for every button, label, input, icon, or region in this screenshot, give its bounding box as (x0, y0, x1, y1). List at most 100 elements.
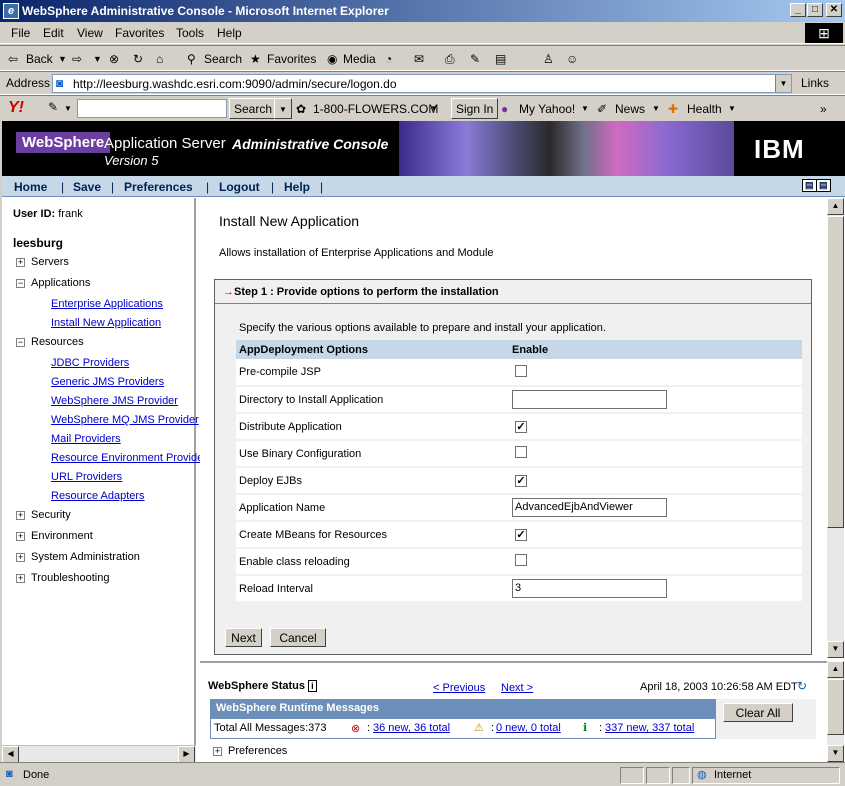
scroll-right-icon[interactable]: ▶ (178, 746, 195, 762)
tree-security[interactable]: + Security (16, 509, 71, 521)
scroll-thumb[interactable] (827, 216, 844, 528)
home-icon[interactable]: ⌂ (156, 52, 163, 66)
pencil-icon[interactable]: ✎ (48, 100, 58, 114)
search-dropdown-icon[interactable]: ▼ (274, 98, 292, 119)
link-websphere-mq-jms-provider[interactable]: WebSphere MQ JMS Provider (51, 414, 199, 426)
discuss-icon[interactable]: ▤ (495, 52, 506, 66)
scroll-up-icon[interactable]: ▲ (827, 198, 844, 215)
link-url-providers[interactable]: URL Providers (51, 471, 122, 483)
option-text-input[interactable]: AdvancedEjbAndViewer (512, 498, 667, 517)
back-dropdown-icon[interactable]: ▼ (58, 54, 67, 64)
scroll-up-icon[interactable]: ▲ (827, 661, 844, 678)
menu-view[interactable]: View (77, 26, 103, 40)
option-checkbox[interactable]: ✓ (515, 474, 527, 487)
nav-help[interactable]: Help (284, 180, 310, 194)
option-text-input[interactable] (512, 390, 667, 409)
forward-arrow-icon[interactable]: ⇨ (72, 52, 82, 66)
edit-icon[interactable]: ✎ (470, 52, 480, 66)
tree-system-administration[interactable]: + System Administration (16, 551, 140, 563)
option-checkbox[interactable]: ✓ (515, 420, 527, 433)
previous-link[interactable]: < Previous (433, 682, 485, 694)
forward-dropdown-icon[interactable]: ▼ (93, 54, 102, 64)
tree-resources[interactable]: − Resources (16, 336, 84, 348)
chat-icon[interactable]: ☺ (566, 52, 578, 66)
minimize-button[interactable]: _ (790, 3, 806, 17)
tree-servers[interactable]: + Servers (16, 256, 69, 268)
address-input[interactable]: ◙ http://leesburg.washdc.esri.com:9090/a… (52, 74, 792, 93)
option-checkbox[interactable] (515, 446, 527, 458)
tree-environment[interactable]: + Environment (16, 530, 93, 542)
yahoo-search-input[interactable] (77, 99, 227, 118)
media-icon[interactable]: ◉ (327, 52, 337, 66)
tree-applications[interactable]: − Applications (16, 277, 90, 289)
nav-preferences[interactable]: Preferences (124, 180, 193, 194)
mail-icon[interactable]: ✉ (414, 52, 424, 66)
menu-favorites[interactable]: Favorites (115, 26, 164, 40)
nav-save[interactable]: Save (73, 180, 101, 194)
messenger-icon[interactable]: ♙ (543, 52, 554, 66)
health-link[interactable]: Health (687, 102, 722, 116)
link-resource-adapters[interactable]: Resource Adapters (51, 490, 145, 502)
page-icon-1[interactable]: ▤ (802, 179, 817, 192)
flowers-link[interactable]: 1-800-FLOWERS.COM (313, 102, 438, 116)
option-checkbox[interactable] (515, 364, 527, 377)
search-toolbar-button[interactable]: Search (204, 52, 242, 66)
scroll-thumb[interactable] (827, 679, 844, 735)
link-resource-environment-providers[interactable]: Resource Environment Providers (51, 452, 212, 464)
nav-logout[interactable]: Logout (219, 180, 260, 194)
refresh-icon[interactable]: ↻ (133, 52, 143, 66)
print-icon[interactable]: ⎙ (445, 52, 455, 67)
my-yahoo-link[interactable]: My Yahoo! (519, 102, 575, 116)
link-install-new-application[interactable]: Install New Application (51, 317, 161, 329)
link-generic-jms-providers[interactable]: Generic JMS Providers (51, 376, 164, 388)
link-mail-providers[interactable]: Mail Providers (51, 433, 121, 445)
menu-tools[interactable]: Tools (176, 26, 204, 40)
menu-edit[interactable]: Edit (43, 26, 64, 40)
status-vscrollbar[interactable]: ▲ ▼ (827, 661, 844, 762)
errors-link[interactable]: 36 new, 36 total (373, 722, 450, 734)
option-text-input[interactable]: 3 (512, 579, 667, 598)
media-button[interactable]: Media (343, 52, 376, 66)
sidebar-hscrollbar[interactable]: ◀ ▶ (2, 745, 196, 762)
my-yahoo-dropdown-icon[interactable]: ▼ (581, 104, 589, 113)
scroll-left-icon[interactable]: ◀ (2, 746, 19, 762)
history-icon[interactable]: ◔ (385, 52, 392, 66)
refresh-status-icon[interactable]: ↻ (797, 679, 807, 693)
cancel-button[interactable]: Cancel (270, 628, 326, 647)
nav-home[interactable]: Home (14, 180, 47, 194)
yahoo-logo-icon[interactable]: Y! (8, 99, 24, 117)
option-checkbox[interactable]: ✓ (515, 528, 527, 541)
info-link[interactable]: 337 new, 337 total (605, 722, 694, 734)
favorites-button[interactable]: Favorites (267, 52, 316, 66)
back-arrow-icon[interactable]: ⇦ (8, 52, 18, 66)
next-button[interactable]: Next (225, 628, 262, 647)
menu-help[interactable]: Help (217, 26, 242, 40)
back-button[interactable]: Back (26, 52, 53, 66)
link-jdbc-providers[interactable]: JDBC Providers (51, 357, 129, 369)
link-websphere-jms-provider[interactable]: WebSphere JMS Provider (51, 395, 178, 407)
next-link[interactable]: Next > (501, 682, 533, 694)
news-dropdown-icon[interactable]: ▼ (652, 104, 660, 113)
status-preferences[interactable]: + Preferences (213, 745, 287, 757)
links-button[interactable]: Links (801, 76, 829, 90)
pencil-dropdown-icon[interactable]: ▼ (64, 104, 72, 113)
yahoo-search-button[interactable]: Search (229, 98, 278, 119)
scroll-down-icon[interactable]: ▼ (827, 745, 844, 762)
search-icon[interactable]: ⚲ (187, 52, 196, 66)
address-dropdown-icon[interactable]: ▼ (775, 75, 791, 92)
clear-all-button[interactable]: Clear All (723, 703, 793, 722)
favorites-icon[interactable]: ★ (250, 52, 261, 66)
stop-icon[interactable]: ⊗ (109, 52, 119, 66)
flowers-dropdown-icon[interactable]: ▼ (430, 104, 438, 113)
news-link[interactable]: News (615, 102, 645, 116)
maximize-button[interactable]: □ (807, 3, 823, 17)
tree-troubleshooting[interactable]: + Troubleshooting (16, 572, 109, 584)
more-chevron-icon[interactable]: » (820, 102, 827, 116)
option-checkbox[interactable] (515, 554, 527, 566)
health-dropdown-icon[interactable]: ▼ (728, 104, 736, 113)
sign-in-button[interactable]: Sign In (451, 98, 499, 119)
link-enterprise-applications[interactable]: Enterprise Applications (51, 298, 163, 310)
warnings-link[interactable]: 0 new, 0 total (496, 722, 561, 734)
menu-file[interactable]: File (11, 26, 30, 40)
close-button[interactable]: ✕ (826, 3, 842, 17)
